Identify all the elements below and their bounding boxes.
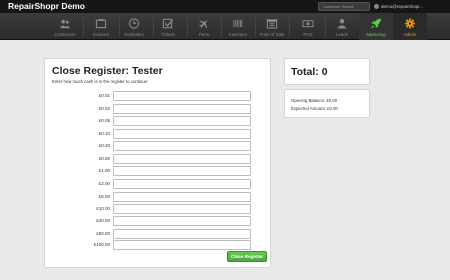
main-nav: Customers Invoices Estimates Tickets Par… <box>0 13 450 40</box>
cash-count-input[interactable] <box>113 240 251 250</box>
close-register-panel: Close Register: Tester Enter how much ca… <box>44 58 271 268</box>
cash-count-input[interactable] <box>113 104 251 114</box>
user-avatar-icon <box>374 4 379 9</box>
denomination-row: £2.00 <box>45 179 272 189</box>
opening-balance: Opening Balance: £0.00 <box>291 98 338 103</box>
nav-label: Estimates <box>124 32 144 37</box>
denomination-row: £0.05 <box>45 116 272 126</box>
cash-count-input[interactable] <box>113 91 251 101</box>
denomination-row: £1.00 <box>45 166 272 176</box>
cash-count-input[interactable] <box>113 179 251 189</box>
nav-label: Inventory <box>228 32 248 37</box>
denomination-row: £0.10 <box>45 129 272 139</box>
users-icon <box>59 19 71 29</box>
user-email: demo@repairshopr... <box>381 4 424 9</box>
denomination-row: £0.02 <box>45 104 272 114</box>
nav-point-of-sale[interactable]: Point of Sale <box>255 13 289 40</box>
balance-panel: Opening Balance: £0.00 Expected Amount: … <box>284 89 370 118</box>
nav-estimates[interactable]: Estimates <box>117 13 151 40</box>
nav-label: POS <box>303 32 313 37</box>
nav-parts[interactable]: Parts <box>187 13 221 40</box>
checkbox-icon <box>162 18 174 29</box>
nav-label: Point of Sale <box>259 32 285 37</box>
cash-count-input[interactable] <box>113 166 251 176</box>
denomination-row: £10.00 <box>45 204 272 214</box>
top-bar: RepairShopr Demo Customer Search demo@re… <box>0 0 450 13</box>
denomination-label: £0.05 <box>98 118 110 123</box>
denomination-label: £1.00 <box>98 168 110 173</box>
nav-label: Parts <box>198 32 210 37</box>
instructions-text: Enter how much cash is in the register t… <box>52 79 149 84</box>
cash-count-input[interactable] <box>113 154 251 164</box>
denomination-label: £0.02 <box>98 106 110 111</box>
denomination-label: £0.50 <box>98 156 110 161</box>
barcode-icon <box>233 19 243 28</box>
nav-label: Invoices <box>92 32 110 37</box>
denomination-row: £0.20 <box>45 141 272 151</box>
denomination-label: £0.10 <box>98 131 110 136</box>
user-menu[interactable]: demo@repairshopr... <box>374 0 423 13</box>
nav-label: Leads <box>336 32 348 37</box>
cash-count-input[interactable] <box>113 204 251 214</box>
cash-count-input[interactable] <box>113 129 251 139</box>
denomination-label: £50.00 <box>96 231 110 236</box>
cash-count-input[interactable] <box>113 192 251 202</box>
denomination-label: £100.00 <box>93 242 110 247</box>
denomination-row: £5.00 <box>45 192 272 202</box>
denomination-label: £2.00 <box>98 181 110 186</box>
denomination-label: £5.00 <box>98 194 110 199</box>
denomination-row: £0.50 <box>45 154 272 164</box>
cash-icon <box>302 20 314 28</box>
clock-icon <box>128 18 140 29</box>
total-amount: Total: 0 <box>291 66 328 78</box>
invoice-icon <box>95 18 107 29</box>
nav-label: Customers <box>54 32 76 37</box>
nav-inventory[interactable]: Inventory <box>221 13 255 40</box>
nav-tickets[interactable]: Tickets <box>151 13 185 40</box>
nav-invoices[interactable]: Invoices <box>84 13 118 40</box>
nav-customers[interactable]: Customers <box>48 13 82 40</box>
nav-admin[interactable]: Admin <box>393 13 427 40</box>
nav-label: Admin <box>403 32 417 37</box>
page-title: Close Register: Tester <box>52 65 163 77</box>
nav-pos[interactable]: POS <box>291 13 325 40</box>
app-brand[interactable]: RepairShopr Demo <box>8 0 85 13</box>
denomination-row: £20.00 <box>45 216 272 226</box>
denomination-label: £20.00 <box>96 218 110 223</box>
denomination-row: £0.01 <box>45 91 272 101</box>
denomination-label: £0.20 <box>98 143 110 148</box>
close-register-button[interactable]: Close Register <box>227 251 267 262</box>
cash-count-input[interactable] <box>113 116 251 126</box>
nav-leads[interactable]: Leads <box>325 13 359 40</box>
total-panel: Total: 0 <box>284 58 370 85</box>
cash-count-input[interactable] <box>113 229 251 239</box>
nav-label: Marketing <box>366 32 386 37</box>
expected-amount: Expected Amount: £0.00 <box>291 106 338 111</box>
cash-count-input[interactable] <box>113 216 251 226</box>
customer-search-input[interactable]: Customer Search <box>318 2 370 11</box>
cash-count-input[interactable] <box>113 141 251 151</box>
nav-divider <box>289 16 290 37</box>
denomination-row: £50.00 <box>45 229 272 239</box>
denomination-label: £0.01 <box>98 93 110 98</box>
denomination-row: £100.00 <box>45 240 272 250</box>
airplane-icon <box>199 19 208 29</box>
nav-label: Tickets <box>161 32 175 37</box>
denomination-label: £10.00 <box>96 206 110 211</box>
rocket-icon <box>370 18 382 29</box>
calendar-icon <box>266 19 278 29</box>
gear-icon <box>404 18 416 29</box>
user-icon <box>337 18 347 29</box>
nav-marketing[interactable]: Marketing <box>359 13 393 40</box>
